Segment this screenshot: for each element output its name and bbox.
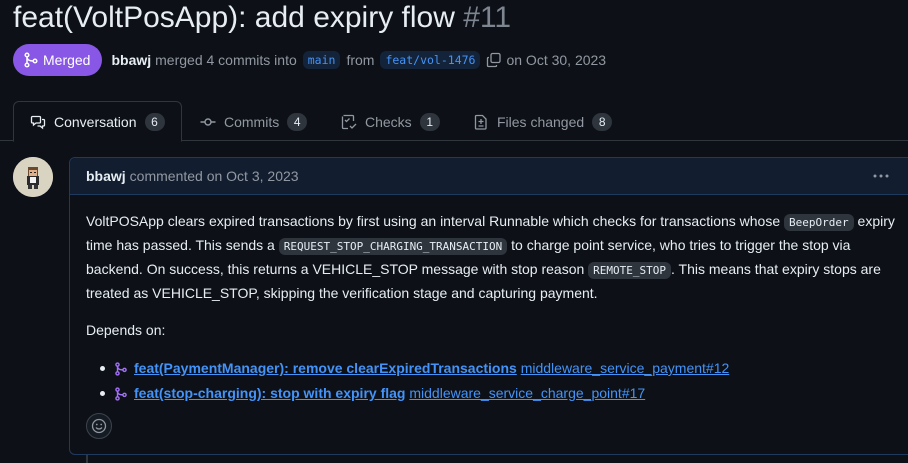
git-merge-icon (115, 387, 127, 401)
tab-commits[interactable]: Commits 4 (200, 101, 308, 142)
comment-header: bbawj commented on Oct 3, 2023 (70, 158, 908, 195)
pr-reference-link[interactable]: feat(stop-charging): stop with expiry fl… (134, 385, 405, 401)
comment-box: bbawj commented on Oct 3, 2023 VoltPOSAp… (69, 157, 908, 455)
git-merge-icon (24, 52, 38, 68)
tab-commits-label: Commits (224, 113, 280, 130)
tab-conversation-label: Conversation (54, 113, 137, 130)
tab-checks[interactable]: Checks 1 (341, 101, 440, 142)
comment-text: VoltPOSApp clears expired transactions b… (86, 213, 785, 229)
comment-author[interactable]: bbawj (86, 168, 126, 184)
pr-title: feat(VoltPosApp): add expiry flow #11 (13, 0, 511, 36)
from-text: from (346, 52, 375, 68)
bullet (100, 366, 105, 371)
file-diff-icon (474, 114, 487, 130)
comment-body: VoltPOSApp clears expired transactions b… (86, 210, 906, 406)
list-item: feat(PaymentManager): remove clearExpire… (86, 356, 906, 381)
merged-badge: Merged (13, 44, 103, 76)
tab-conversation-count: 6 (144, 112, 165, 131)
tab-commits-count: 4 (287, 112, 308, 131)
base-branch[interactable]: main (302, 51, 341, 69)
pr-author-link[interactable]: bbawj (111, 52, 151, 68)
depends-on-label: Depends on: (86, 322, 166, 338)
git-merge-icon (115, 362, 127, 376)
tab-conversation[interactable]: Conversation 6 (13, 101, 182, 142)
comment-discussion-icon (30, 115, 46, 129)
pr-tabs: Conversation 6 Commits 4 Checks 1 Files … (0, 101, 908, 142)
comment-meta[interactable]: commented on Oct 3, 2023 (130, 168, 299, 184)
add-reaction-button[interactable] (86, 413, 112, 439)
pr-reference-repo[interactable]: middleware_service_charge_point#17 (409, 385, 645, 401)
list-item: feat(stop-charging): stop with expiry fl… (86, 381, 906, 406)
git-commit-icon (200, 117, 216, 126)
pr-number: #11 (463, 1, 512, 34)
head-branch[interactable]: feat/vol-1476 (380, 51, 481, 69)
bullet (100, 391, 105, 396)
copy-icon[interactable] (486, 52, 502, 68)
inline-code: REMOTE_STOP (588, 262, 672, 279)
pr-reference-repo[interactable]: middleware_service_payment#12 (521, 360, 730, 376)
timeline-line (86, 455, 88, 463)
references-list: feat(PaymentManager): remove clearExpire… (86, 356, 906, 406)
tab-files-changed-count: 8 (592, 112, 613, 131)
pr-title-text: feat(VoltPosApp): add expiry flow (13, 1, 455, 34)
checklist-icon (341, 114, 357, 129)
smiley-icon (91, 418, 107, 434)
inline-code: REQUEST_STOP_CHARGING_TRANSACTION (278, 238, 508, 255)
tab-files-changed[interactable]: Files changed 8 (473, 101, 613, 142)
pr-reference-link[interactable]: feat(PaymentManager): remove clearExpire… (134, 360, 517, 376)
inline-code: BeepOrder (784, 214, 854, 231)
merged-text: merged 4 commits into (155, 52, 297, 68)
comment-paragraph: VoltPOSApp clears expired transactions b… (86, 210, 906, 304)
avatar[interactable] (13, 157, 53, 197)
tab-files-changed-label: Files changed (497, 113, 585, 130)
tab-checks-label: Checks (365, 113, 412, 130)
merge-date: on Oct 30, 2023 (506, 52, 607, 68)
kebab-menu-icon[interactable] (871, 168, 891, 184)
pr-meta: Merged bbawj merged 4 commits into main … (13, 44, 606, 76)
merged-badge-label: Merged (43, 52, 91, 68)
tab-checks-count: 1 (419, 112, 440, 131)
